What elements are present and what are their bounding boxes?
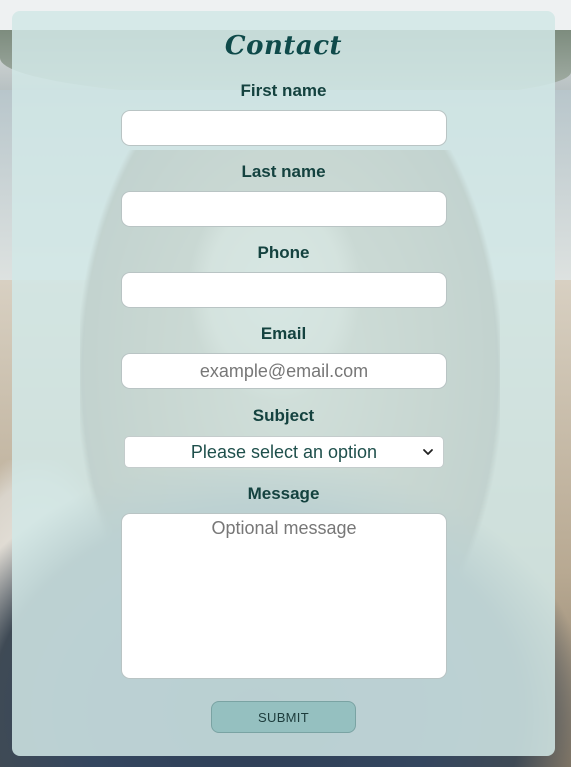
subject-select[interactable]: Please select an option — [124, 436, 444, 468]
first-name-label: First name — [240, 81, 327, 100]
email-input[interactable] — [121, 353, 447, 389]
message-label: Message — [247, 484, 320, 503]
email-label: Email — [260, 324, 307, 343]
first-name-input[interactable] — [121, 110, 447, 146]
phone-input[interactable] — [121, 272, 447, 308]
subject-selected-value: Please select an option — [190, 441, 378, 462]
subject-label: Subject — [252, 406, 315, 425]
chevron-down-icon — [423, 449, 433, 455]
phone-label: Phone — [257, 243, 310, 262]
submit-button[interactable]: SUBMIT — [211, 701, 356, 733]
last-name-label: Last name — [241, 162, 326, 181]
message-textarea[interactable] — [121, 513, 447, 679]
last-name-input[interactable] — [121, 191, 447, 227]
contact-form: Contact First name Last name Phone Email… — [12, 11, 555, 756]
form-title: Contact — [224, 31, 343, 61]
